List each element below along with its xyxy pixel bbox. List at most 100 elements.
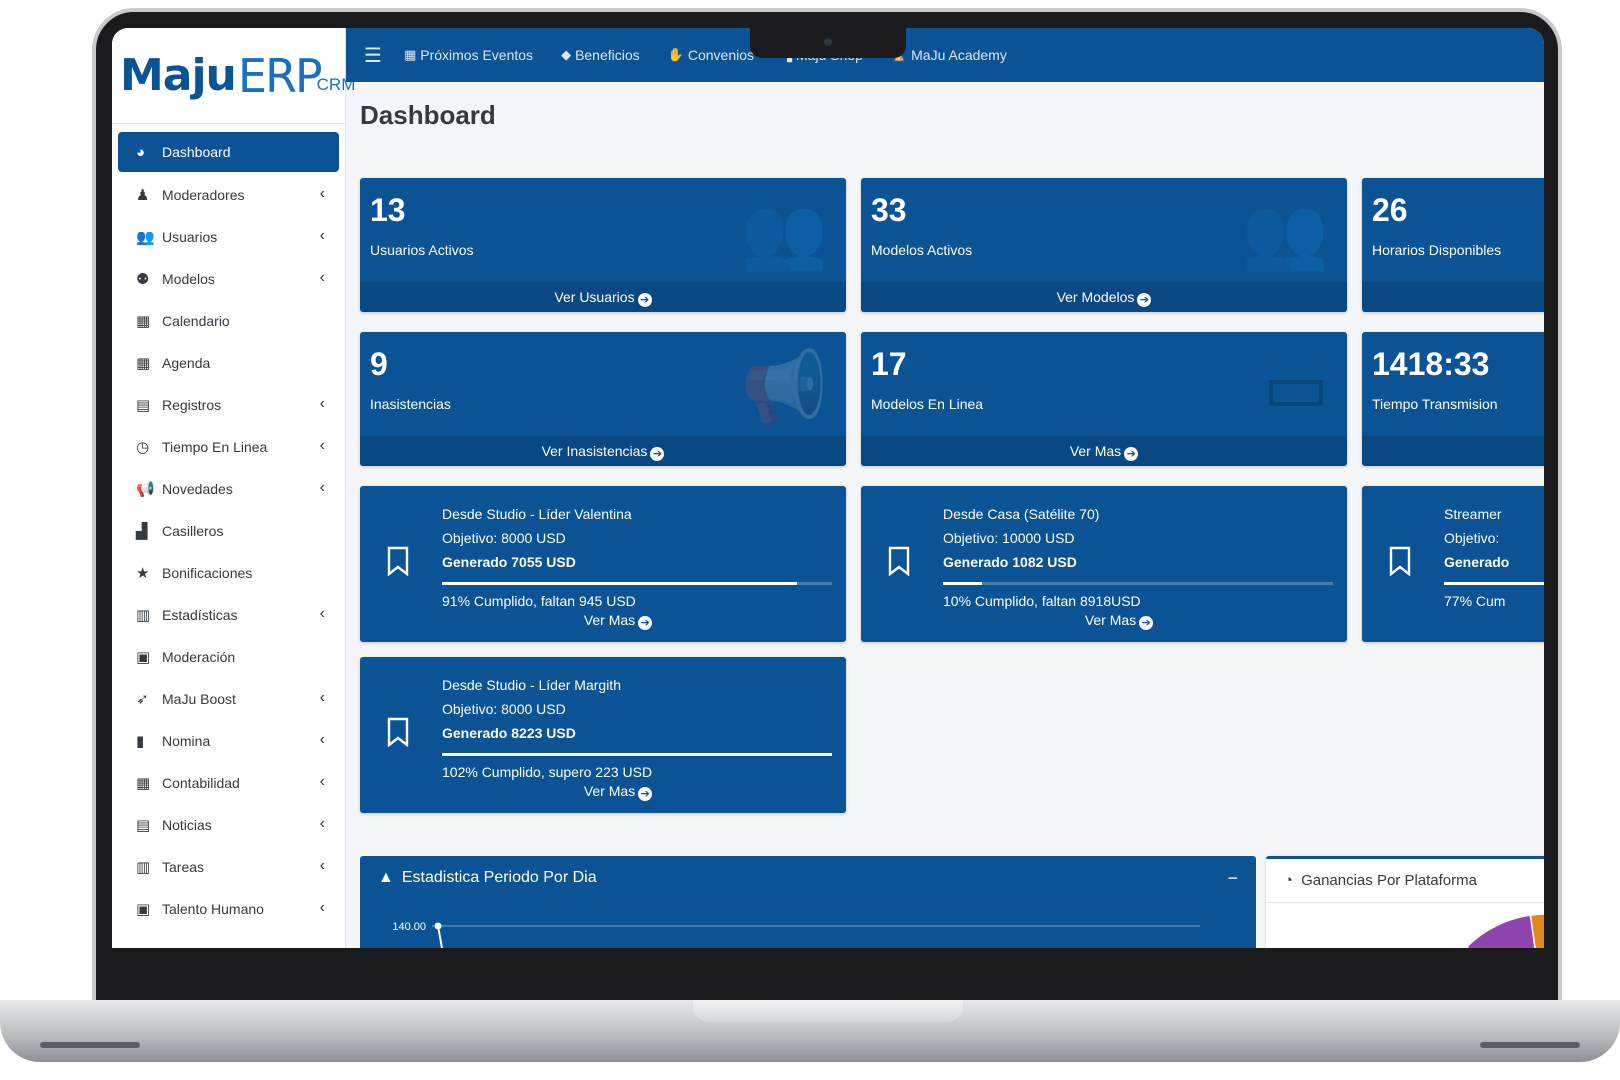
top-link-convenios[interactable]: ✋ Convenios	[668, 47, 754, 63]
daily-stats-panel: ▲ Estadistica Periodo Por Dia − 140.0012…	[360, 856, 1256, 948]
bookmark-icon	[888, 546, 910, 576]
gem-icon: ◆	[561, 47, 572, 62]
sidebar-item-label: Nomina	[162, 733, 211, 749]
sidebar-item-label: Tareas	[162, 859, 205, 875]
top-link-label: Convenios	[687, 47, 754, 63]
bullhorn-icon: 📢	[740, 348, 828, 426]
goal-progress-fill	[442, 753, 832, 756]
sidebar-item-label: Bonificaciones	[162, 565, 253, 581]
sidebar-item-talento-humano[interactable]: ▣ Talento Humano ‹	[118, 888, 339, 930]
goal-progress-fill	[1444, 582, 1544, 585]
stat-footer-link[interactable]: Ver Mas ➔	[861, 436, 1347, 466]
arrow-circle-right-icon: ➔	[1139, 616, 1154, 630]
clock-icon: ◷	[136, 439, 150, 456]
stat-footer-link[interactable]: Ver Usuarios ➔	[360, 282, 846, 312]
stat-footer-label: Ver Modelos	[1056, 289, 1135, 305]
stat-footer-link[interactable]	[1362, 436, 1544, 466]
chevron-left-icon: ‹	[319, 479, 325, 496]
brand-logo[interactable]: Maju ERP CRM	[112, 28, 355, 124]
sidebar-item-label: Novedades	[162, 481, 233, 497]
sidebar-item-modelos[interactable]: ⚉ Modelos ‹	[118, 258, 339, 300]
goal-objective: Objetivo: 8000 USD	[442, 701, 566, 717]
goal-details: Desde Studio - Líder Margith Objetivo: 8…	[442, 673, 832, 784]
goal-objective: Objetivo: 10000 USD	[943, 530, 1075, 546]
sidebar-item-label: Moderación	[162, 649, 236, 665]
calendar-alt-icon: ▦	[136, 355, 151, 372]
sidebar: Maju ERP CRM ◕ Dashboard ♟ Moderadores ‹ 👥 …	[112, 28, 355, 948]
chevron-left-icon: ‹	[319, 269, 325, 286]
daily-stats-header: ▲ Estadistica Periodo Por Dia	[360, 856, 1256, 900]
sidebar-item-contabilidad[interactable]: ▦ Contabilidad ‹	[118, 762, 339, 804]
stat-label: Modelos En Linea	[871, 396, 984, 412]
goal-footer-label: Ver Mas	[583, 783, 636, 799]
sidebar-item-tareas[interactable]: ▥ Tareas ‹	[118, 846, 339, 888]
chart-bar-icon: ▥	[136, 607, 151, 624]
goal-status: 10% Cumplido, faltan 8918USD	[943, 593, 1141, 609]
sidebar-item-label: Estadísticas	[162, 607, 238, 623]
sidebar-item-label: Dashboard	[162, 144, 231, 160]
stat-card: 1418:33 Tiempo Transmision	[1362, 332, 1544, 466]
goal-progress-fill	[442, 582, 797, 585]
goal-status: 77% Cum	[1444, 593, 1506, 609]
sidebar-item-label: Moderadores	[162, 187, 245, 203]
top-link-pr-ximos-eventos[interactable]: ▦ Próximos Eventos	[404, 47, 533, 63]
sidebar-item-estad-sticas[interactable]: ▥ Estadísticas ‹	[118, 594, 339, 636]
stat-footer-link[interactable]: Ver Modelos ➔	[861, 282, 1347, 312]
calculator-icon: ▦	[136, 775, 151, 792]
goal-details: Streamer Objetivo: Generado 77% Cum	[1444, 502, 1544, 613]
sidebar-item-tiempo-en-linea[interactable]: ◷ Tiempo En Linea ‹	[118, 426, 339, 468]
sidebar-item-moderadores[interactable]: ♟ Moderadores ‹	[118, 174, 339, 216]
goal-footer-link[interactable]: Ver Mas ➔	[360, 612, 846, 630]
stat-footer-link[interactable]: Ver Inasistencias ➔	[360, 436, 846, 466]
sidebar-item-novedades[interactable]: 📢 Novedades ‹	[118, 468, 339, 510]
stat-footer-label: Ver Mas	[1069, 443, 1122, 459]
clipboard-icon: ▥	[136, 859, 151, 876]
sidebar-item-noticias[interactable]: ▤ Noticias ‹	[118, 804, 339, 846]
goal-progress-bar	[1444, 582, 1544, 585]
sidebar-item-agenda[interactable]: ▦ Agenda	[118, 342, 339, 384]
calendar-icon: ▦	[136, 313, 151, 330]
sidebar-item-bonificaciones[interactable]: ★ Bonificaciones	[118, 552, 339, 594]
stat-footer-link[interactable]	[1362, 282, 1544, 312]
daily-stats-title: Estadistica Periodo Por Dia	[401, 869, 597, 886]
chevron-left-icon: ‹	[319, 815, 325, 832]
goal-generated: Generado 1082 USD	[943, 554, 1077, 570]
goal-footer-link[interactable]: Ver Mas ➔	[861, 612, 1347, 630]
data-point[interactable]	[434, 922, 442, 930]
sidebar-item-registros[interactable]: ▤ Registros ‹	[118, 384, 339, 426]
collapse-button[interactable]: −	[1227, 868, 1238, 889]
camera-dot	[824, 38, 832, 46]
sidebar-item-label: Modelos	[162, 271, 215, 287]
sidebar-item-dashboard[interactable]: ◕ Dashboard	[118, 132, 339, 172]
top-link-beneficios[interactable]: ◆ Beneficios	[561, 47, 640, 63]
goal-title: Streamer	[1444, 506, 1502, 522]
sidebar-item-label: Noticias	[162, 817, 212, 833]
arrow-circle-right-icon: ➔	[1137, 293, 1152, 307]
sidebar-item-usuarios[interactable]: 👥 Usuarios ‹	[118, 216, 339, 258]
hamburger-menu-icon[interactable]: ☰	[364, 43, 382, 68]
sidebar-item-casilleros[interactable]: ▟ Casilleros	[118, 510, 339, 552]
chevron-left-icon: ‹	[319, 899, 325, 916]
chevron-left-icon: ‹	[319, 605, 325, 622]
sidebar-item-moderaci-n[interactable]: ▣ Moderación	[118, 636, 339, 678]
sidebar-item-label: MaJu Boost	[162, 691, 236, 707]
chevron-left-icon: ‹	[319, 689, 325, 706]
star-icon: ★	[136, 565, 150, 582]
sidebar-item-calendario[interactable]: ▦ Calendario	[118, 300, 339, 342]
top-link-label: Próximos Eventos	[420, 47, 534, 63]
daily-stats-chart: 140.00120.00	[392, 921, 1200, 948]
sidebar-item-maju-boost[interactable]: ➶ MaJu Boost ‹	[118, 678, 339, 720]
top-link-maju-academy[interactable]: ⌛ MaJu Academy	[891, 47, 1007, 63]
top-link-label: Beneficios	[575, 47, 640, 63]
goal-details: Desde Studio - Líder Valentina Objetivo:…	[442, 502, 832, 613]
stat-label: Horarios Disponibles	[1372, 242, 1502, 258]
sidebar-item-label: Talento Humano	[162, 901, 264, 917]
book-icon: ▮	[136, 733, 145, 750]
goal-footer-link[interactable]: Ver Mas ➔	[360, 783, 846, 801]
goal-progress-fill	[943, 582, 982, 585]
stat-number: 13	[370, 192, 406, 228]
sidebar-item-nomina[interactable]: ▮ Nomina ‹	[118, 720, 339, 762]
sidebar-nav: ◕ Dashboard ♟ Moderadores ‹ 👥 Usuarios ‹ ⚉ Mo…	[112, 124, 345, 930]
platform-earnings-header: ◔ Ganancias Por Plataforma	[1266, 859, 1544, 903]
brand-maju: Maju	[120, 50, 237, 101]
